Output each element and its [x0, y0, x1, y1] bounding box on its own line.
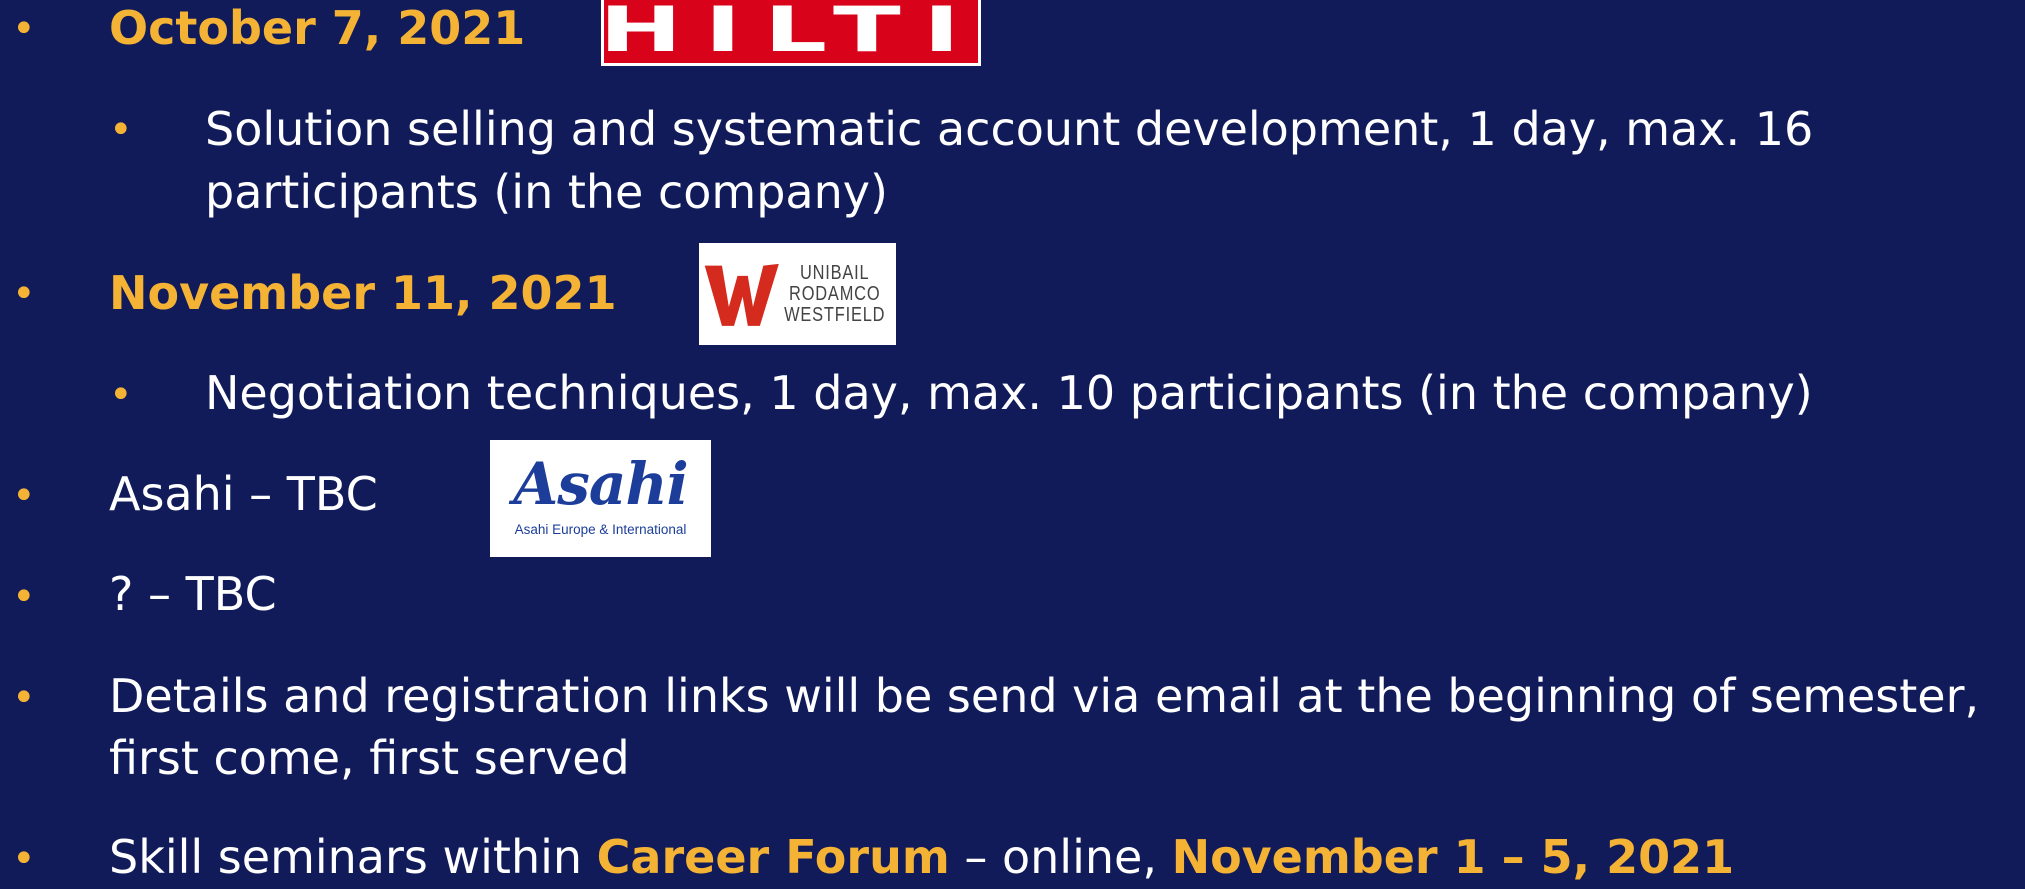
date-november-11: November 11, 2021 [109, 266, 617, 320]
asahi-logo-brand: Asahi [513, 450, 688, 518]
urw-line-3: WESTFIELD [783, 303, 885, 326]
details-registration: Details and registration links will be s… [109, 669, 1980, 723]
skill-seminars-prefix: Skill seminars within [109, 830, 597, 884]
bullet: • [12, 574, 36, 620]
career-forum: Career Forum [596, 830, 950, 884]
skill-seminars-middle: – online, [949, 830, 1172, 884]
bullet: • [12, 271, 36, 317]
asahi-tbc: Asahi – TBC [109, 467, 378, 521]
urw-logo: UNIBAIL RODAMCO WESTFIELD [699, 243, 896, 345]
date-october-7: October 7, 2021 [109, 1, 526, 55]
urw-line-2: RODAMCO [788, 282, 880, 305]
urw-logo-text: UNIBAIL RODAMCO WESTFIELD [783, 261, 885, 326]
detail-negotiation: Negotiation techniques, 1 day, max. 10 p… [205, 366, 1813, 420]
asahi-logo: Asahi Asahi Europe & International [490, 440, 711, 557]
bullet: • [12, 473, 36, 519]
sub-bullet: • [109, 372, 133, 418]
hilti-logo-text: HILTI [599, 0, 983, 66]
unknown-tbc: ? – TBC [109, 567, 277, 621]
details-registration-cont: first come, first served [109, 731, 630, 785]
hilti-logo: HILTI [599, 0, 983, 66]
urw-w-icon [704, 263, 779, 326]
bullet: • [12, 675, 36, 721]
sub-bullet: • [109, 107, 133, 153]
asahi-logo-sub: Asahi Europe & International [514, 522, 687, 537]
urw-line-1: UNIBAIL [799, 261, 870, 284]
skill-seminars: Skill seminars within Career Forum – onl… [109, 826, 1734, 889]
detail-solution-selling-cont: participants (in the company) [205, 165, 888, 219]
november-dates: November 1 – 5, 2021 [1171, 830, 1735, 884]
bullet: • [12, 836, 36, 882]
detail-solution-selling: Solution selling and systematic account … [205, 102, 1814, 156]
bullet: • [12, 6, 36, 52]
